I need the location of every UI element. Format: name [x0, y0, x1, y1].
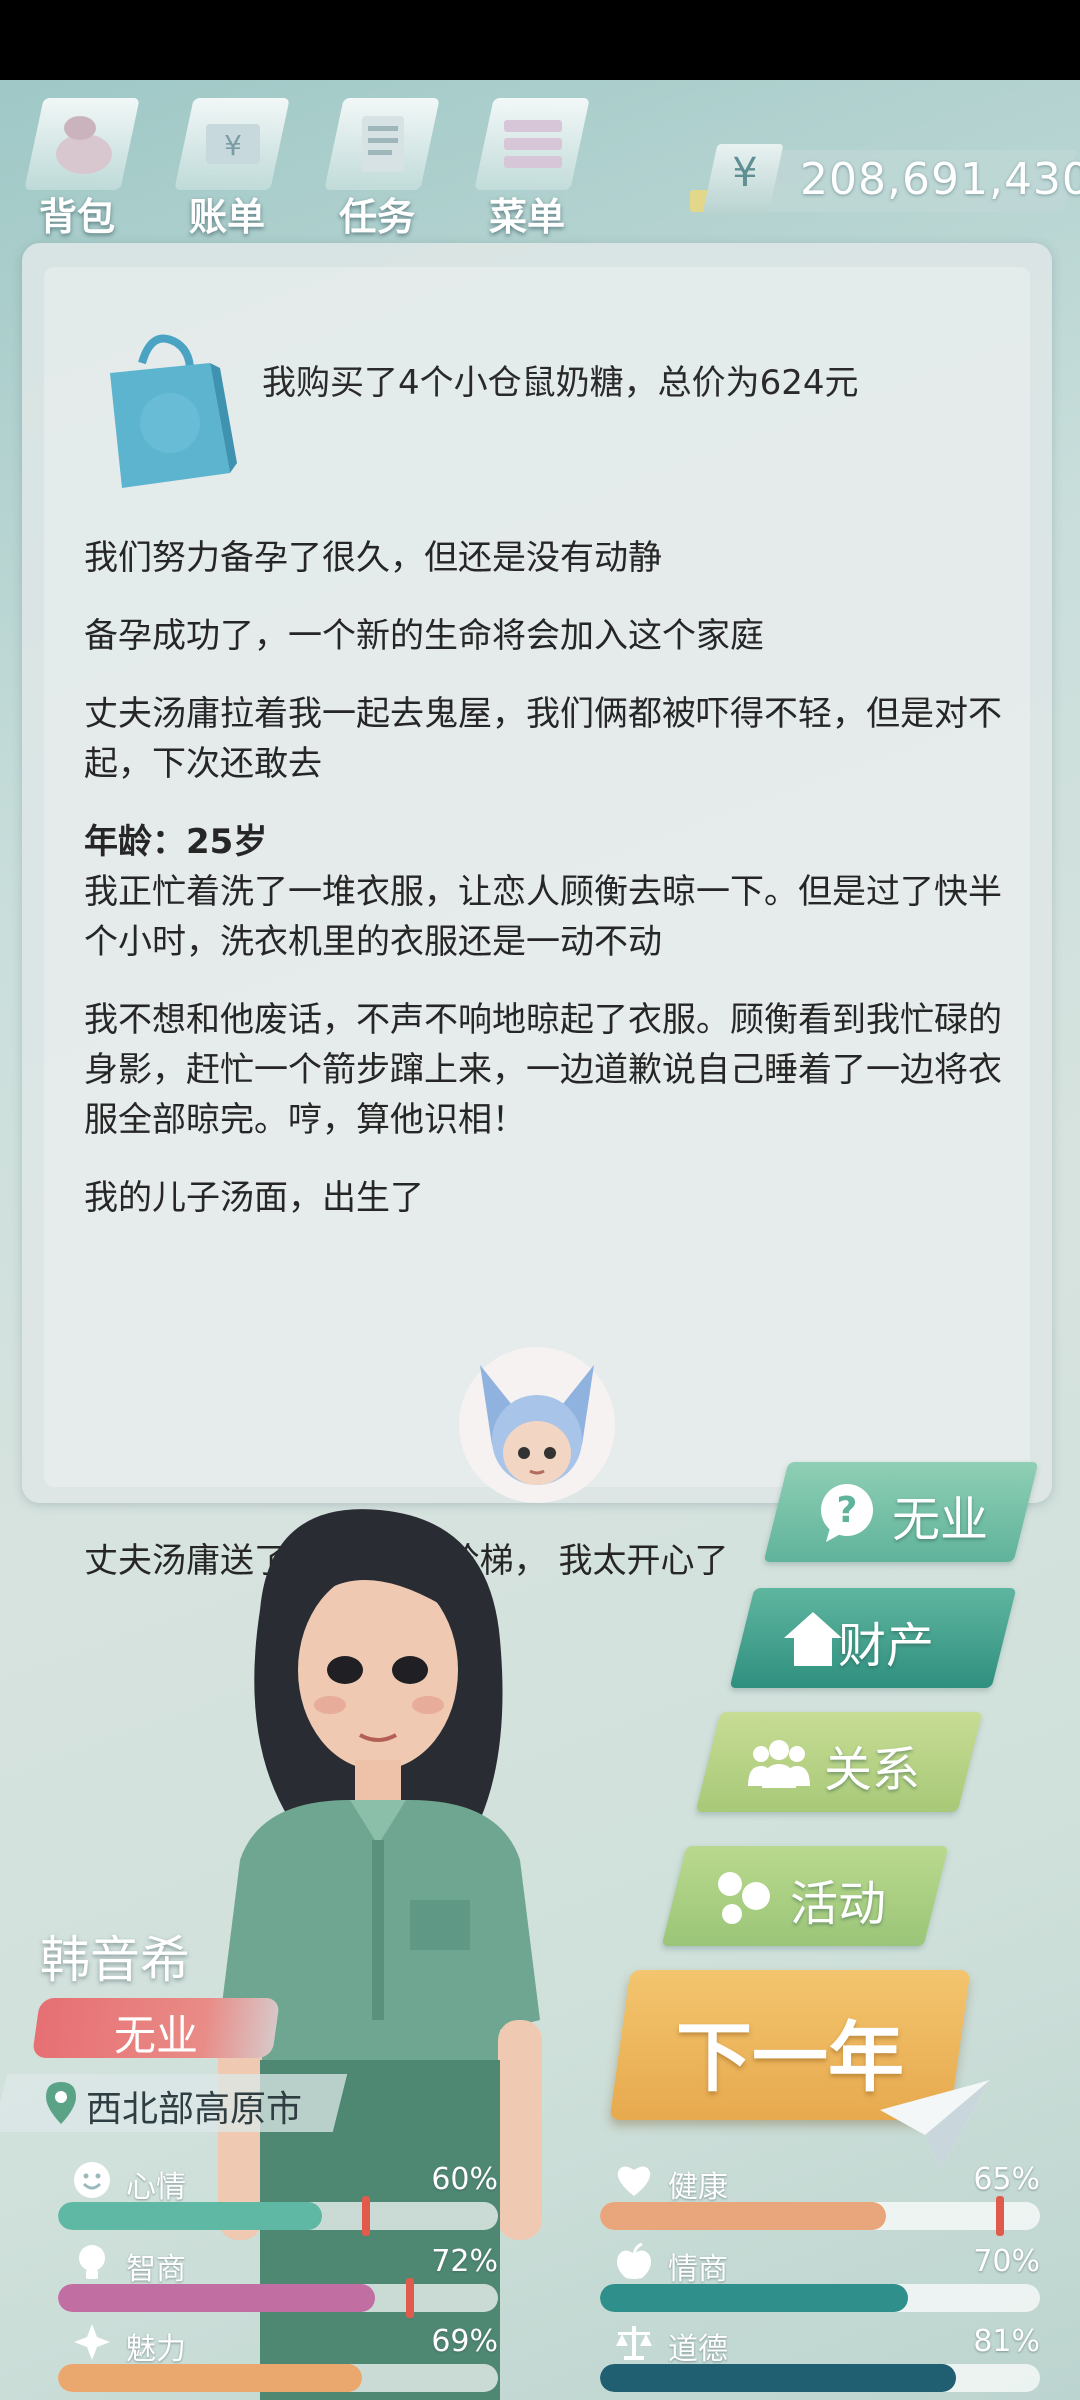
currency-symbol: ¥ [732, 150, 758, 196]
question-icon: ? [821, 1484, 873, 1542]
event-log: 我们努力备孕了很久，但还是没有动静 备孕成功了，一个新的生命将会加入这个家庭 丈… [84, 533, 1014, 1251]
stat-fill [58, 2202, 322, 2230]
smile-icon [74, 2162, 110, 2198]
menu-icon [504, 120, 562, 168]
stat-health: 健康 65% [600, 2160, 1040, 2236]
money-amount: 208,691,430 [800, 154, 1080, 205]
location-label: 西北部高原市 [86, 2089, 303, 2130]
event-line: 我的儿子汤面，出生了 [84, 1178, 424, 1218]
stat-fill [600, 2364, 956, 2392]
job-label: 无业 [113, 2011, 198, 2060]
stat-marker [362, 2196, 370, 2236]
svg-text:?: ? [837, 1490, 858, 1531]
task-icon [362, 116, 404, 172]
stat-marker [406, 2278, 414, 2318]
game-screen: 背包 ¥ 账单 任务 菜单 ¥ 208,691,430 我购买了4个小仓鼠奶糖，… [0, 80, 1080, 2400]
status-bar [0, 0, 1080, 80]
stats-panel: 心情 60% 健康 65% 智商 72% 情商 70% 魅力 69% 道德 81… [20, 2160, 1060, 2400]
scale-icon [616, 2326, 652, 2360]
apple-icon [617, 2242, 651, 2279]
stat-fill [600, 2202, 886, 2230]
bill-button[interactable]: ¥ 账单 [162, 88, 292, 239]
stat-morality: 道德 81% [600, 2322, 1040, 2398]
event-line: 我们努力备孕了很久，但还是没有动静 [84, 538, 662, 578]
svg-text:¥: ¥ [224, 129, 242, 162]
event-line: 我正忙着洗了一堆衣服，让恋人顾衡去晾一下。但是过了快半个小时，洗衣机里的衣服还是… [84, 872, 1002, 962]
bill-icon: ¥ [206, 124, 260, 164]
stat-charm: 魅力 69% [58, 2322, 498, 2398]
heart-icon [617, 2166, 651, 2196]
top-toolbar: 背包 ¥ 账单 任务 菜单 ¥ 208,691,430 [0, 80, 1080, 245]
event-line: 丈夫汤庸拉着我一起去鬼屋，我们俩都被吓得不轻，但是对不起，下次还敢去 [84, 694, 1002, 784]
stat-eq: 情商 70% [600, 2242, 1040, 2318]
assets-button[interactable]: 财产 [729, 1588, 1017, 1688]
age-heading: 年龄：25岁 [84, 822, 268, 862]
stat-fill [600, 2284, 908, 2312]
backpack-icon [56, 116, 112, 174]
career-button[interactable]: ? 无业 [763, 1462, 1039, 1562]
house-icon [784, 1612, 842, 1666]
money-display: ¥ 208,691,430 [690, 142, 1080, 220]
event-line: 我不想和他废话，不声不响地晾起了衣服。顾衡看到我忙碌的身影，赶忙一个箭步蹿上来，… [84, 1000, 1002, 1140]
menu-button[interactable]: 菜单 [462, 88, 592, 239]
stat-fill [58, 2364, 362, 2392]
backpack-button[interactable]: 背包 [12, 88, 142, 239]
bubbles-icon [718, 1872, 770, 1924]
stat-fill [58, 2284, 375, 2312]
lightbulb-icon [79, 2245, 105, 2279]
shopping-bag-icon [110, 334, 237, 488]
paper-plane-icon [880, 2080, 990, 2170]
stat-mood: 心情 60% [58, 2160, 498, 2236]
people-icon [748, 1740, 810, 1788]
character-name: 韩音希 [40, 1931, 190, 1989]
event-log-panel[interactable]: 我购买了4个小仓鼠奶糖，总价为624元 我们努力备孕了很久，但还是没有动静 备孕… [22, 243, 1052, 1581]
activities-button[interactable]: 活动 [661, 1846, 949, 1946]
task-button[interactable]: 任务 [312, 88, 442, 239]
sparkle-icon [74, 2324, 110, 2360]
stat-iq: 智商 72% [58, 2242, 498, 2318]
purchase-event: 我购买了4个小仓鼠奶糖，总价为624元 [262, 363, 859, 403]
baby-avatar [459, 1347, 615, 1503]
stat-marker [996, 2196, 1004, 2236]
location-pin-icon [46, 2082, 76, 2124]
relations-button[interactable]: 关系 [695, 1712, 983, 1812]
event-line: 备孕成功了，一个新的生命将会加入这个家庭 [84, 616, 764, 656]
